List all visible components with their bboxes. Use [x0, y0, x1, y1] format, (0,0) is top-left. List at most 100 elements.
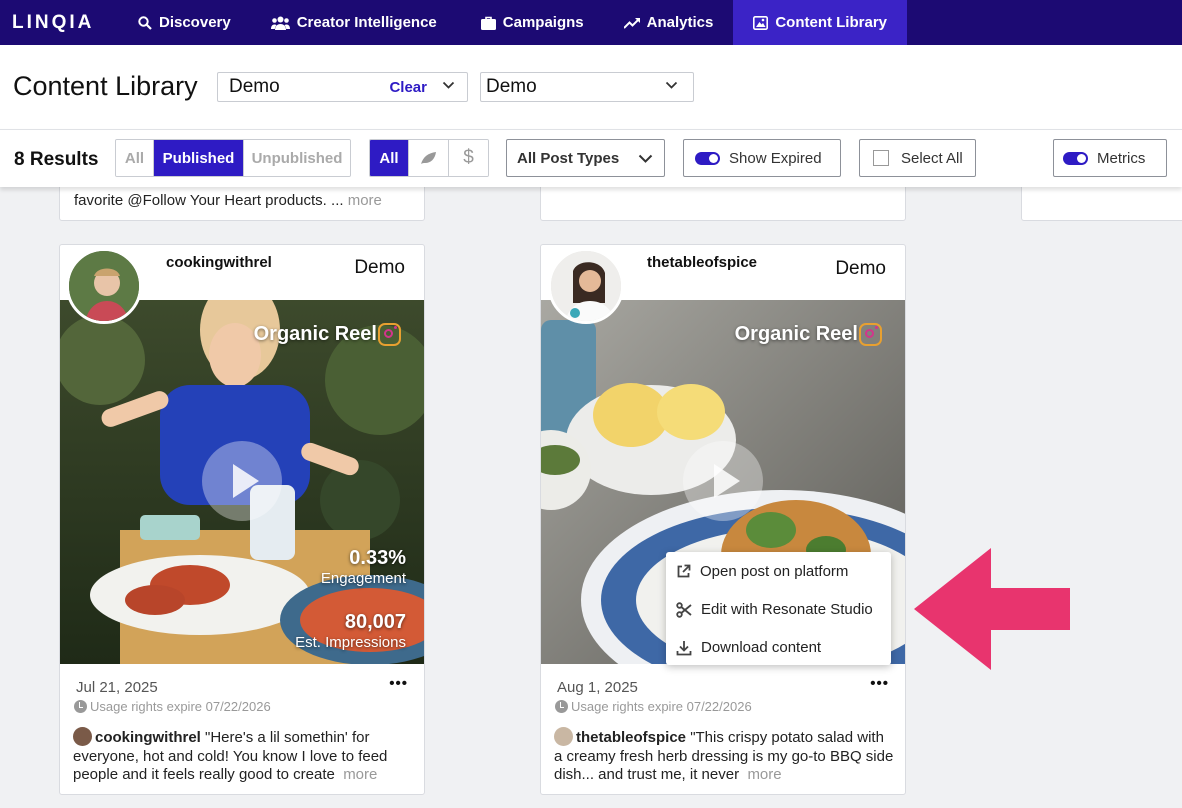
- menu-item-open-post[interactable]: Open post on platform: [676, 563, 848, 580]
- caption-text: favorite @Follow Your Heart products.: [74, 192, 327, 209]
- more-link[interactable]: more: [343, 766, 377, 783]
- scissors-icon: [676, 601, 692, 618]
- pointer-arrow-icon: [914, 548, 1070, 670]
- post-context-menu: Open post on platform Edit with Resonate…: [666, 552, 891, 665]
- type-all[interactable]: All: [370, 140, 409, 176]
- nav-label: Creator Intelligence: [296, 14, 437, 31]
- nav-item-campaigns[interactable]: Campaigns: [461, 0, 604, 45]
- post-types-dropdown[interactable]: All Post Types: [506, 139, 665, 177]
- status-all[interactable]: All: [116, 140, 154, 176]
- impressions-label: Est. Impressions: [295, 634, 406, 651]
- play-icon[interactable]: [202, 441, 282, 521]
- usage-rights-text: Usage rights expire 07/22/2026: [571, 699, 752, 714]
- avatar: [73, 727, 92, 746]
- publish-status-toggle: All Published Unpublished: [115, 139, 351, 177]
- type-paid[interactable]: $: [449, 140, 488, 176]
- post-caption: thetableofspice "This crispy potato sala…: [554, 727, 894, 785]
- avatar[interactable]: [66, 248, 142, 324]
- usage-rights: Usage rights expire 07/22/2026: [74, 699, 271, 714]
- select-all-button[interactable]: Select All: [859, 139, 976, 177]
- people-icon: [270, 16, 290, 30]
- more-options-button[interactable]: •••: [389, 675, 408, 692]
- external-link-icon: [677, 564, 691, 578]
- creator-username[interactable]: thetableofspice: [647, 254, 757, 271]
- nav-item-discovery[interactable]: Discovery: [118, 0, 251, 45]
- caption-ellipsis: ...: [326, 192, 348, 209]
- metrics-label: Metrics: [1097, 149, 1146, 167]
- impressions-metric: 80,007 Est. Impressions: [295, 611, 406, 651]
- instagram-icon: [859, 323, 882, 346]
- nav-label: Discovery: [159, 14, 231, 31]
- engagement-value: 0.33%: [349, 547, 406, 569]
- chevron-down-icon: [638, 154, 653, 163]
- post-date: Aug 1, 2025: [557, 679, 638, 696]
- menu-item-label: Edit with Resonate Studio: [701, 601, 873, 618]
- brand-select-value: Demo: [229, 76, 280, 97]
- type-organic[interactable]: [409, 140, 449, 176]
- post-caption: cookingwithrel "Here's a lil somethin' f…: [73, 727, 413, 785]
- nav-label: Campaigns: [502, 14, 584, 31]
- avatar[interactable]: [548, 248, 624, 324]
- download-icon: [676, 640, 692, 655]
- clock-icon: [74, 700, 87, 713]
- nav-item-analytics[interactable]: Analytics: [604, 0, 734, 45]
- nav-label: Content Library: [775, 14, 888, 31]
- status-published[interactable]: Published: [154, 140, 244, 176]
- results-count: 8 Results: [14, 149, 99, 170]
- top-nav: LINQIA Discovery Creator Intelligence Ca…: [0, 0, 1182, 45]
- campaign-select[interactable]: Demo: [480, 72, 694, 102]
- dollar-icon: $: [463, 147, 474, 168]
- status-unpublished[interactable]: Unpublished: [244, 140, 350, 176]
- brand-name: Demo: [835, 258, 886, 279]
- metrics-toggle[interactable]: Metrics: [1053, 139, 1167, 177]
- page-title: Content Library: [13, 71, 198, 101]
- content-card[interactable]: thetableofspice Demo Organic Reel Aug 1,…: [540, 244, 906, 795]
- page-header: Content Library Demo Clear Demo: [0, 45, 1182, 129]
- post-type-label: Organic Reel: [253, 323, 377, 345]
- impressions-value: 80,007: [344, 611, 406, 633]
- content-card[interactable]: cookingwithrel Demo Organic Reel 0.33% E…: [59, 244, 425, 795]
- instagram-icon: [378, 323, 401, 346]
- chevron-down-icon[interactable]: [665, 81, 678, 90]
- clock-icon: [555, 700, 568, 713]
- more-link[interactable]: more: [348, 192, 382, 209]
- leaf-icon: [421, 152, 436, 164]
- select-all-label: Select All: [901, 149, 963, 167]
- image-icon: [753, 15, 769, 30]
- search-icon: [138, 15, 152, 30]
- chevron-down-icon[interactable]: [442, 81, 455, 90]
- usage-rights: Usage rights expire 07/22/2026: [555, 699, 752, 714]
- brand-name: Demo: [354, 257, 405, 278]
- content-type-toggle: All $: [369, 139, 489, 177]
- trend-icon: [623, 17, 640, 29]
- show-expired-label: Show Expired: [729, 149, 822, 167]
- show-expired-toggle[interactable]: Show Expired: [683, 139, 841, 177]
- menu-item-label: Open post on platform: [700, 563, 849, 580]
- more-options-button[interactable]: •••: [870, 675, 889, 692]
- creator-username[interactable]: cookingwithrel: [166, 254, 272, 271]
- linqia-logo[interactable]: LINQIA: [12, 12, 118, 34]
- engagement-metric: 0.33% Engagement: [321, 547, 406, 587]
- play-icon[interactable]: [683, 441, 763, 521]
- caption-tail: favorite @Follow Your Heart products. ..…: [74, 191, 382, 210]
- caption-username[interactable]: cookingwithrel: [95, 729, 201, 746]
- usage-rights-text: Usage rights expire 07/22/2026: [90, 699, 271, 714]
- post-type-label: Organic Reel: [734, 323, 858, 345]
- clear-button[interactable]: Clear: [389, 79, 427, 96]
- engagement-label: Engagement: [320, 570, 406, 587]
- briefcase-icon: [480, 16, 496, 30]
- menu-item-label: Download content: [701, 639, 822, 656]
- brand-select[interactable]: Demo Clear: [217, 72, 468, 102]
- caption-username[interactable]: thetableofspice: [576, 729, 686, 746]
- select-all-checkbox[interactable]: [873, 150, 889, 166]
- toggle-switch: [695, 151, 720, 165]
- menu-item-download[interactable]: Download content: [676, 639, 821, 656]
- avatar: [554, 727, 573, 746]
- nav-item-creator-intelligence[interactable]: Creator Intelligence: [251, 0, 457, 45]
- menu-item-edit-resonate[interactable]: Edit with Resonate Studio: [676, 601, 873, 618]
- post-media[interactable]: Organic Reel 0.33% Engagement 80,007 Est…: [60, 300, 424, 664]
- more-link[interactable]: more: [747, 766, 781, 783]
- post-date: Jul 21, 2025: [76, 679, 158, 696]
- nav-item-content-library[interactable]: Content Library: [733, 0, 908, 45]
- post-types-label: All Post Types: [517, 149, 620, 167]
